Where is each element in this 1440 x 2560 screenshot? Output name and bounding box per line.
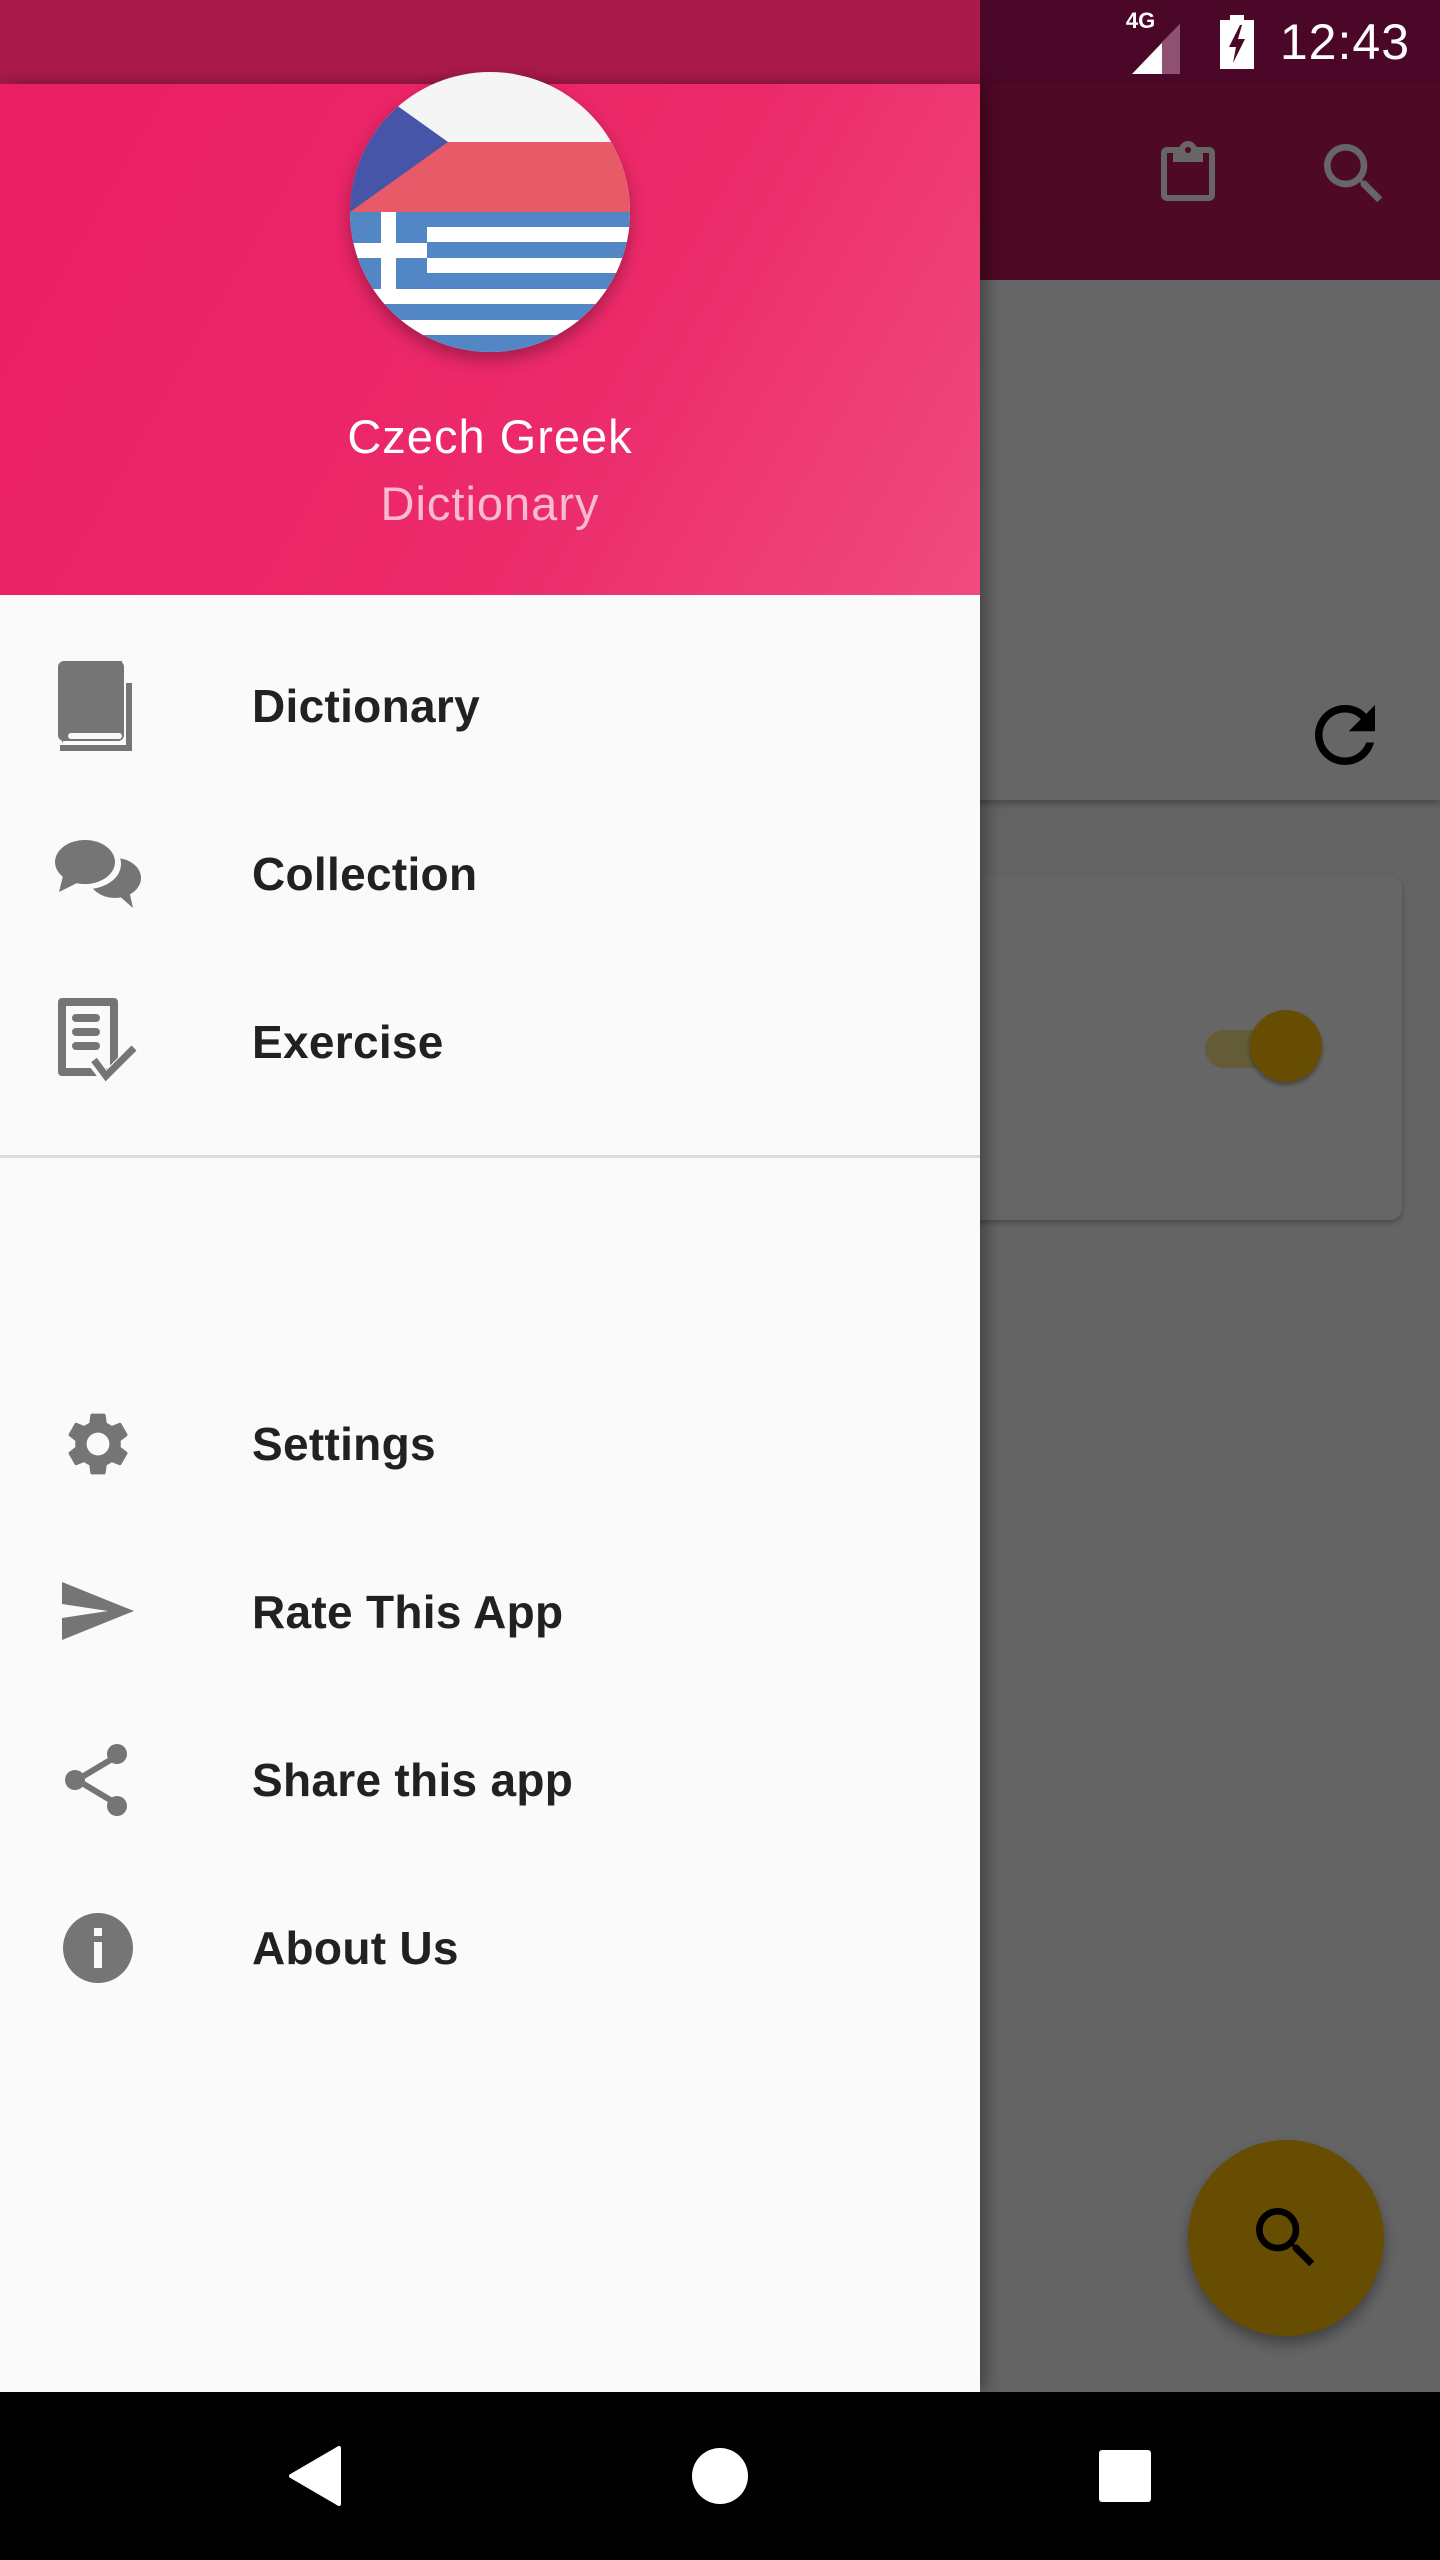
menu-item-label: Rate This App (252, 1586, 564, 1638)
menu-item-label: Share this app (252, 1754, 574, 1806)
checklist-icon (50, 994, 146, 1090)
menu-item-exercise[interactable]: Exercise (0, 958, 980, 1126)
info-icon (50, 1900, 146, 1996)
app-logo (350, 72, 630, 352)
signal-icon (1131, 24, 1180, 74)
chat-bubbles-icon (50, 826, 146, 922)
book-icon (50, 658, 146, 754)
menu-item-rate-app[interactable]: Rate This App (0, 1528, 980, 1696)
home-icon (692, 2448, 748, 2504)
back-icon (289, 2446, 341, 2506)
menu-item-label: Exercise (252, 1016, 444, 1068)
system-navigation-bar (0, 2392, 1440, 2560)
menu-item-label: Dictionary (252, 680, 480, 732)
battery-charging-icon (1219, 15, 1254, 69)
recents-button[interactable] (1075, 2426, 1175, 2526)
send-icon (50, 1564, 146, 1660)
menu-item-collection[interactable]: Collection (0, 790, 980, 958)
menu-item-share-app[interactable]: Share this app (0, 1696, 980, 1864)
signal-indicator: 4G (1126, 8, 1194, 74)
home-button[interactable] (670, 2426, 770, 2526)
menu-item-about-us[interactable]: About Us (0, 1864, 980, 2032)
status-bar: 4G 12:43 (0, 0, 1440, 84)
drawer-header: Czech Greek Dictionary (0, 72, 980, 595)
app-subtitle: Dictionary (380, 477, 600, 530)
back-button[interactable] (265, 2426, 365, 2526)
menu-divider (0, 1155, 980, 1158)
gear-icon (50, 1396, 146, 1492)
czech-greek-flags-icon (350, 72, 630, 352)
menu-item-label: Settings (252, 1418, 436, 1470)
navigation-drawer: Czech Greek Dictionary Dictionary Collec… (0, 72, 980, 2392)
primary-menu: Dictionary Collection Exercise (0, 622, 980, 1126)
menu-item-settings[interactable]: Settings (0, 1360, 980, 1528)
menu-item-dictionary[interactable]: Dictionary (0, 622, 980, 790)
menu-item-label: Collection (252, 848, 478, 900)
app-name: Czech Greek (347, 410, 633, 463)
clock: 12:43 (1279, 14, 1410, 70)
menu-item-label: About Us (252, 1922, 459, 1974)
share-icon (50, 1732, 146, 1828)
secondary-menu: Settings Rate This App Share this app Ab… (0, 1360, 980, 2032)
recents-icon (1099, 2450, 1151, 2502)
